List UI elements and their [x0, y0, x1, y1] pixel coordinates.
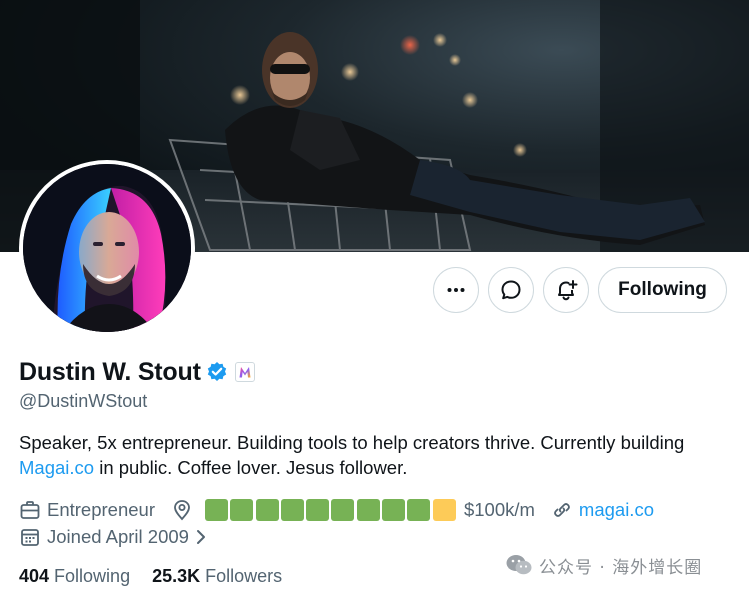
- website-link[interactable]: magai.co: [579, 499, 654, 521]
- profile-actions: Following: [0, 267, 749, 313]
- green-square-icon: [382, 499, 406, 521]
- calendar-icon: [19, 526, 41, 548]
- profession-label: Entrepreneur: [47, 499, 155, 520]
- watermark: 公众号 · 海外增长圈: [505, 551, 702, 579]
- more-icon: [447, 288, 465, 292]
- magai-logo-icon: [239, 367, 251, 378]
- following-count: 404: [19, 566, 50, 586]
- location-suffix: $100k/m: [463, 499, 535, 520]
- green-square-icon: [255, 499, 279, 521]
- affiliate-badge[interactable]: [234, 362, 255, 382]
- green-square-icon: [204, 499, 228, 521]
- more-button[interactable]: [433, 267, 479, 313]
- green-square-icon: [280, 499, 304, 521]
- profile-stats: 404 Following 25.3K Followers: [19, 566, 304, 587]
- briefcase-icon: [19, 499, 41, 521]
- green-square-icon: [230, 499, 254, 521]
- bio-text-start: Speaker, 5x entrepreneur. Building tools…: [19, 432, 685, 453]
- bio-link-magai[interactable]: Magai.co: [19, 457, 94, 478]
- message-icon: [501, 280, 521, 300]
- followers-label: Followers: [205, 566, 283, 586]
- green-square-icon: [356, 499, 380, 521]
- name-row: Dustin W. Stout: [19, 356, 255, 388]
- location-squares: [204, 499, 458, 521]
- verified-badge-icon[interactable]: [206, 361, 228, 383]
- following-stat[interactable]: 404 Following: [19, 566, 130, 587]
- profile-bio: Speaker, 5x entrepreneur. Building tools…: [19, 430, 739, 480]
- link-icon: [551, 499, 573, 521]
- user-handle: @DustinWStout: [19, 391, 148, 411]
- wechat-icon: [506, 555, 532, 575]
- message-button[interactable]: [488, 267, 534, 313]
- display-name: Dustin W. Stout: [19, 357, 201, 386]
- followers-stat[interactable]: 25.3K Followers: [152, 566, 282, 587]
- watermark-text: 公众号 · 海外增长圈: [539, 557, 703, 578]
- followers-count: 25.3K: [152, 566, 201, 586]
- following-button[interactable]: Following: [598, 267, 727, 313]
- bell-plus-icon: [558, 280, 578, 301]
- yellow-square-icon: [432, 499, 456, 521]
- green-square-icon: [407, 499, 431, 521]
- notify-button[interactable]: [543, 267, 589, 313]
- green-square-icon: [331, 499, 355, 521]
- joined-date: Joined April 2009: [47, 526, 189, 547]
- green-square-icon: [306, 499, 330, 521]
- joined-row[interactable]: Joined April 2009: [19, 524, 221, 550]
- chevron-right-icon: [193, 526, 215, 548]
- location-pin-icon: [171, 499, 193, 521]
- profile-meta-row: Entrepreneur $100k/m magai.co: [19, 497, 654, 523]
- following-label: Following: [54, 566, 131, 586]
- bio-text-end: in public. Coffee lover. Jesus follower.: [94, 457, 408, 478]
